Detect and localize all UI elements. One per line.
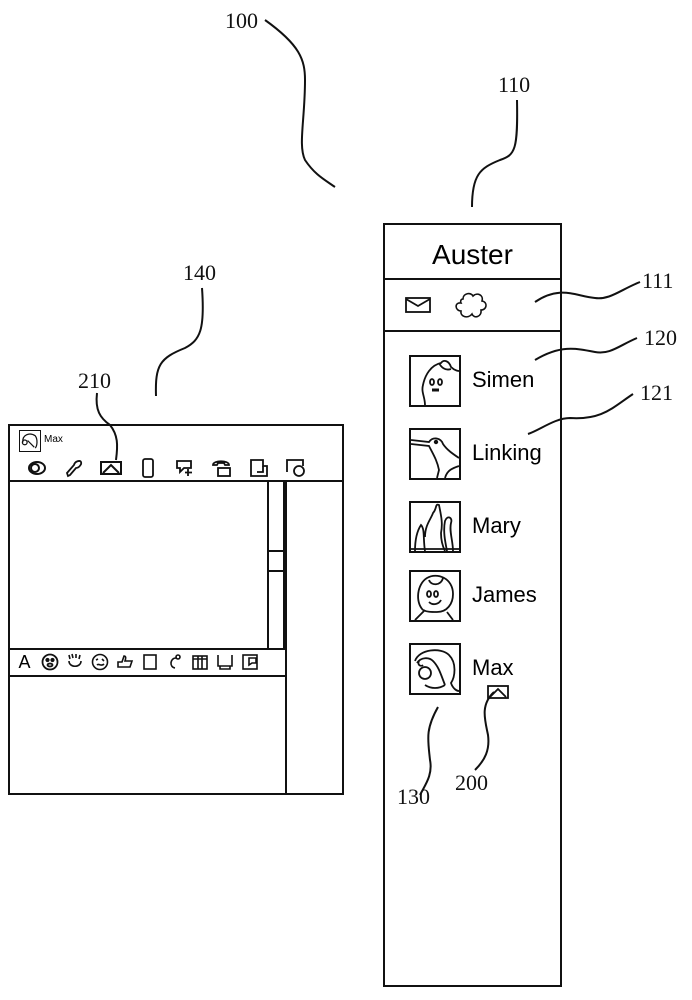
mail-button[interactable] bbox=[405, 297, 431, 318]
message-button[interactable] bbox=[92, 457, 129, 479]
contact-avatar bbox=[409, 643, 461, 695]
mail-icon bbox=[405, 297, 431, 313]
message-envelope-icon bbox=[99, 461, 122, 475]
emoticon-button[interactable] bbox=[37, 651, 62, 673]
voice-button[interactable] bbox=[55, 457, 92, 479]
contact-item-mary[interactable]: Mary bbox=[409, 501, 559, 557]
video-button[interactable] bbox=[18, 457, 55, 479]
ref-numeral-100: 100 bbox=[225, 8, 258, 33]
microphone-icon bbox=[65, 460, 82, 478]
add-contact-button[interactable] bbox=[166, 457, 203, 479]
flames-avatar-icon bbox=[411, 503, 459, 551]
emoticon-icon bbox=[41, 653, 58, 671]
contact-name: Max bbox=[472, 655, 514, 680]
bird-avatar-icon bbox=[411, 437, 459, 478]
clown-avatar-icon bbox=[414, 649, 459, 692]
contact-avatar bbox=[409, 570, 461, 622]
wave-button[interactable] bbox=[62, 651, 87, 673]
ref-numeral-110: 110 bbox=[498, 72, 531, 97]
contact-item-linking[interactable]: Linking bbox=[409, 428, 559, 484]
new-message-envelope-icon bbox=[487, 685, 509, 699]
share-window-button[interactable] bbox=[240, 457, 277, 479]
cloud-icon bbox=[455, 292, 487, 318]
message-input-area[interactable] bbox=[10, 677, 285, 793]
gift-button[interactable] bbox=[187, 651, 212, 673]
leader-100 bbox=[264, 19, 336, 188]
contact-name: Linking bbox=[472, 440, 542, 465]
note-icon bbox=[241, 654, 258, 670]
divider bbox=[10, 648, 287, 650]
font-button[interactable]: A bbox=[12, 651, 37, 673]
contact-item-james[interactable]: James bbox=[409, 570, 559, 626]
message-history-area bbox=[10, 482, 267, 648]
thumbs-up-button[interactable] bbox=[112, 651, 137, 673]
contact-name: James bbox=[472, 582, 537, 607]
contact-list-window: Auster Simen Linking Mary James Max bbox=[383, 223, 562, 987]
contact-avatar bbox=[409, 428, 461, 480]
chat-format-toolbar: A bbox=[12, 651, 262, 673]
chat-window: Max A bbox=[8, 424, 344, 795]
blank-square-icon bbox=[142, 654, 157, 670]
face-avatar-icon bbox=[414, 574, 454, 620]
chat-contact-name: Max bbox=[44, 434, 63, 445]
contact-item-simen[interactable]: Simen bbox=[409, 355, 559, 411]
divider bbox=[385, 278, 560, 280]
contact-name: Simen bbox=[472, 367, 535, 392]
ref-numeral-140: 140 bbox=[183, 260, 216, 285]
user-name-title: Auster bbox=[432, 239, 513, 270]
leader-110 bbox=[471, 99, 519, 208]
whiteboard-icon bbox=[285, 459, 305, 477]
contact-avatar bbox=[409, 355, 461, 407]
message-indicator[interactable] bbox=[487, 685, 509, 704]
ref-numeral-121: 121 bbox=[640, 380, 673, 405]
add-contact-bubble-icon bbox=[175, 460, 192, 476]
contact-avatar bbox=[409, 501, 461, 553]
gift-icon bbox=[191, 655, 208, 670]
wave-hand-icon bbox=[67, 653, 82, 668]
screen-icon bbox=[216, 655, 233, 670]
thumbs-up-icon bbox=[116, 655, 133, 668]
contact-item-max[interactable]: Max bbox=[409, 643, 559, 699]
camera-eye-icon bbox=[27, 461, 46, 475]
font-icon: A bbox=[18, 651, 31, 672]
music-note-icon bbox=[169, 654, 181, 669]
contact-name: Mary bbox=[472, 513, 521, 538]
scroll-thumb[interactable] bbox=[269, 550, 283, 572]
message-scrollbar[interactable] bbox=[267, 482, 285, 648]
blank-button[interactable] bbox=[137, 651, 162, 673]
ref-numeral-111: 111 bbox=[642, 268, 674, 293]
telephone-button[interactable] bbox=[203, 457, 240, 479]
ghost-avatar-icon bbox=[421, 360, 459, 405]
note-button[interactable] bbox=[237, 651, 262, 673]
funny-face-icon bbox=[91, 653, 108, 671]
chat-contact-avatar bbox=[19, 430, 41, 452]
cloud-button[interactable] bbox=[453, 291, 489, 326]
telephone-icon bbox=[211, 460, 231, 477]
ref-numeral-120: 120 bbox=[644, 325, 677, 350]
whiteboard-button[interactable] bbox=[277, 457, 314, 479]
leader-140 bbox=[154, 287, 204, 397]
funny-face-button[interactable] bbox=[87, 651, 112, 673]
chat-top-toolbar bbox=[18, 457, 314, 479]
clown-avatar-icon bbox=[21, 433, 38, 449]
phone-button[interactable] bbox=[129, 457, 166, 479]
screen-button[interactable] bbox=[212, 651, 237, 673]
music-button[interactable] bbox=[162, 651, 187, 673]
phone-icon bbox=[141, 458, 154, 478]
share-window-icon bbox=[249, 459, 268, 477]
ref-numeral-210: 210 bbox=[78, 368, 111, 393]
side-panel-divider bbox=[285, 482, 288, 793]
divider bbox=[385, 330, 560, 332]
